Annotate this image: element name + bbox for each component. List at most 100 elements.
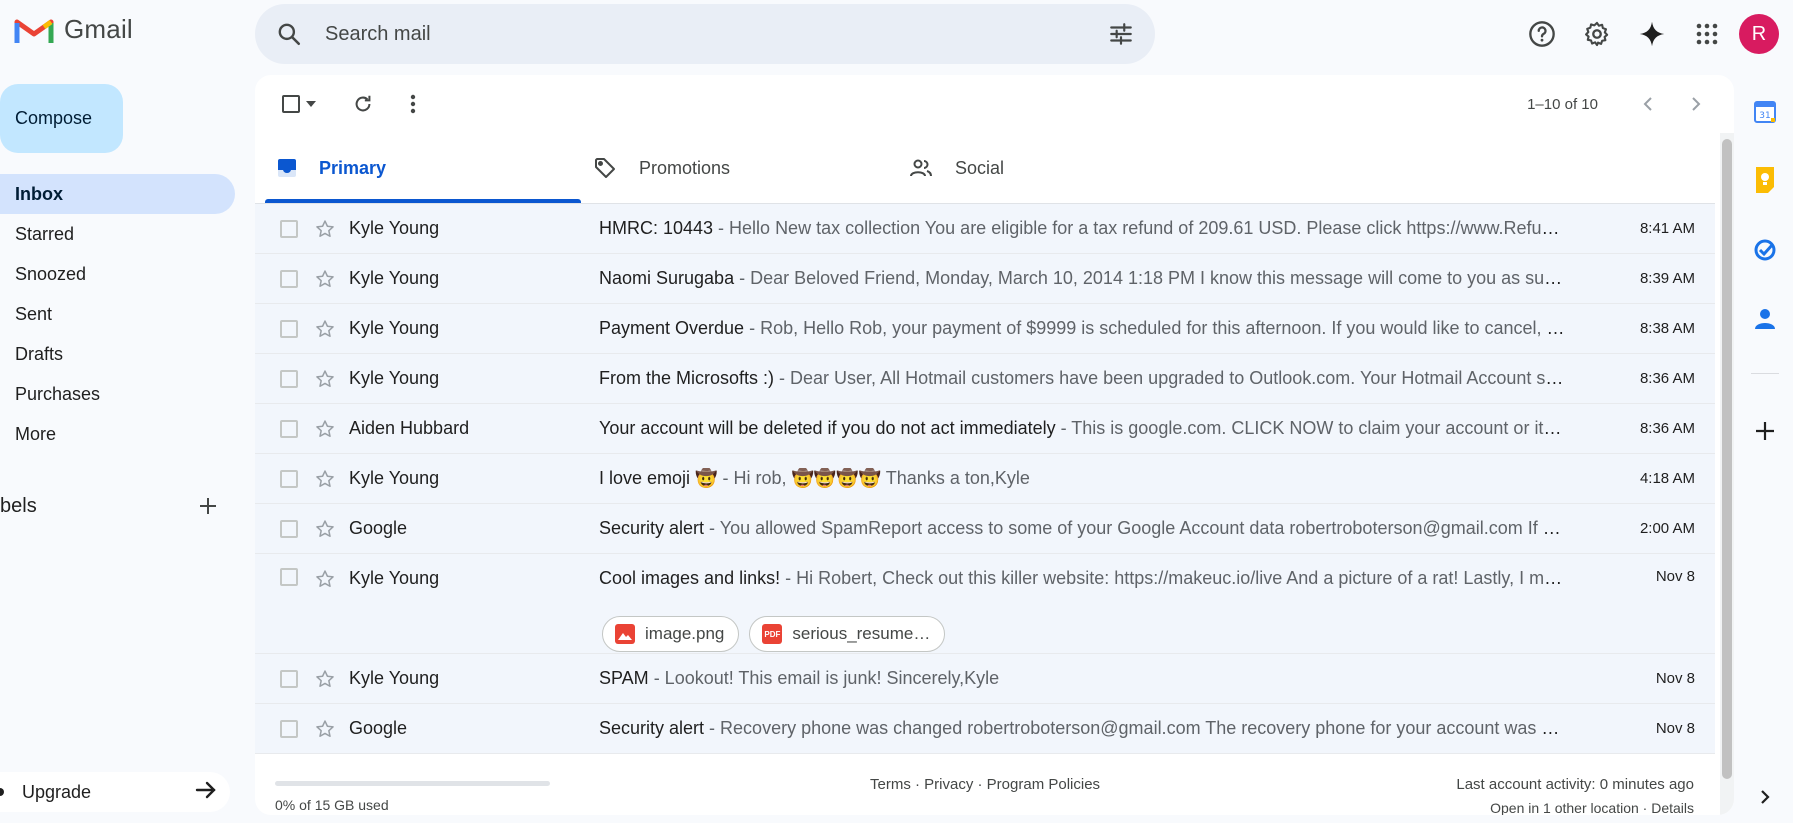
sidebar-item-starred[interactable]: Starred xyxy=(0,214,235,254)
attachment-chips: image.png PDF serious_resume… xyxy=(602,616,946,652)
email-sender: Google xyxy=(349,718,408,738)
account-avatar[interactable]: R xyxy=(1739,14,1779,54)
gmail-logo[interactable]: Gmail xyxy=(14,14,133,45)
email-row[interactable]: Kyle Young Naomi Surugaba - Dear Beloved … xyxy=(255,254,1715,304)
select-all-dropdown[interactable] xyxy=(273,84,325,124)
star-icon[interactable] xyxy=(314,568,336,590)
email-snippet: - Hi rob, 🤠🤠🤠🤠 Thanks a ton,Kyle xyxy=(717,468,1030,488)
email-content: Security alert - You allowed SpamReport … xyxy=(599,518,1565,539)
calendar-icon[interactable]: 31 xyxy=(1749,96,1781,128)
email-subject: Security alert xyxy=(599,718,705,738)
side-panel: 31 xyxy=(1737,75,1793,823)
email-subject: HMRC: 10443 xyxy=(599,218,714,238)
star-icon[interactable] xyxy=(314,668,336,690)
sidebar-item-sent[interactable]: Sent xyxy=(0,294,235,334)
add-addon-plus-icon[interactable] xyxy=(1749,415,1781,447)
contacts-icon[interactable] xyxy=(1749,303,1781,335)
tasks-icon[interactable] xyxy=(1749,234,1781,266)
email-row[interactable]: Kyle Young Payment Overdue - Rob, Hello R… xyxy=(255,304,1715,354)
email-row[interactable]: Kyle Young SPAM - Lookout! This email is … xyxy=(255,654,1715,704)
row-checkbox[interactable] xyxy=(280,369,298,388)
email-sender: Kyle Young xyxy=(349,268,440,288)
star-icon[interactable] xyxy=(314,468,336,490)
sidebar-item-snoozed[interactable]: Snoozed xyxy=(0,254,235,294)
gemini-sparkle-icon[interactable] xyxy=(1626,8,1678,60)
email-content: I love emoji 🤠 - Hi rob, 🤠🤠🤠🤠 Thanks a t… xyxy=(599,468,1565,489)
star-icon[interactable] xyxy=(314,268,336,290)
sidebar-item-label: More xyxy=(15,423,57,444)
help-icon[interactable] xyxy=(1516,8,1568,60)
email-row[interactable]: Kyle Young Cool images and links! - Hi Ro… xyxy=(255,554,1715,654)
chevron-down-icon xyxy=(306,101,316,107)
search-icon[interactable] xyxy=(265,10,313,58)
chevron-right-icon[interactable] xyxy=(1676,84,1716,124)
email-content: Cool images and links! - Hi Robert, Chec… xyxy=(599,568,1565,589)
email-row[interactable]: Aiden Hubbard Your account will be delete… xyxy=(255,404,1715,454)
row-checkbox[interactable] xyxy=(280,568,298,586)
email-subject: Cool images and links! xyxy=(599,568,781,588)
gmail-m-icon xyxy=(14,19,54,43)
star-icon[interactable] xyxy=(314,418,336,440)
add-label-plus-icon[interactable] xyxy=(188,486,228,526)
email-snippet: - This is google.com. CLICK NOW to claim… xyxy=(1055,418,1565,438)
scroll-thumb[interactable] xyxy=(1722,139,1732,779)
row-checkbox[interactable] xyxy=(280,469,298,488)
sidebar-item-more[interactable]: More xyxy=(0,414,235,454)
email-subject: SPAM xyxy=(599,668,649,688)
upgrade-label: Upgrade xyxy=(22,781,92,802)
star-icon[interactable] xyxy=(314,368,336,390)
star-icon[interactable] xyxy=(314,518,336,540)
email-row[interactable]: Kyle Young I love emoji 🤠 - Hi rob, 🤠🤠🤠🤠 … xyxy=(255,454,1715,504)
email-row[interactable]: Kyle Young HMRC: 10443 - Hello New tax co… xyxy=(255,204,1715,254)
email-sender: Google xyxy=(349,518,408,538)
row-checkbox[interactable] xyxy=(280,519,298,538)
mail-footer: 0% of 15 GB used Terms · Privacy · Progr… xyxy=(255,754,1734,815)
side-panel-divider xyxy=(1751,373,1779,374)
top-right-actions: R xyxy=(1513,8,1793,60)
sidebar-item-inbox[interactable]: Inbox xyxy=(0,174,235,214)
star-icon[interactable] xyxy=(314,218,336,240)
search-input[interactable]: Search mail xyxy=(325,23,1097,46)
row-checkbox[interactable] xyxy=(280,419,298,438)
email-sender: Kyle Young xyxy=(349,468,440,488)
settings-gear-icon[interactable] xyxy=(1571,8,1623,60)
row-checkbox[interactable] xyxy=(280,219,298,238)
email-row[interactable]: Google Security alert - You allowed SpamR… xyxy=(255,504,1715,554)
keep-icon[interactable] xyxy=(1749,164,1781,196)
email-snippet: - You allowed SpamReport access to some … xyxy=(704,518,1565,538)
search-bar[interactable]: Search mail xyxy=(255,4,1155,64)
email-row[interactable]: Google Security alert - Recovery phone wa… xyxy=(255,704,1715,754)
email-time: 8:41 AM xyxy=(1639,220,1695,237)
select-all-checkbox[interactable] xyxy=(282,95,300,113)
chevron-left-icon[interactable] xyxy=(1628,84,1668,124)
row-checkbox[interactable] xyxy=(280,319,298,338)
activity-details-link[interactable]: Open in 1 other location · Details xyxy=(1490,800,1694,815)
row-checkbox[interactable] xyxy=(280,269,298,288)
email-sender: Kyle Young xyxy=(349,568,440,588)
attachment-chip[interactable]: image.png xyxy=(602,616,740,652)
refresh-icon[interactable] xyxy=(343,84,383,124)
email-row[interactable]: Kyle Young From the Microsofts :) - Dear … xyxy=(255,354,1715,404)
row-checkbox[interactable] xyxy=(280,719,298,738)
scrollbar[interactable] xyxy=(1720,133,1734,815)
tab-primary[interactable]: Primary xyxy=(265,133,581,203)
tab-social[interactable]: Social xyxy=(897,133,1213,203)
tab-promotions[interactable]: Promotions xyxy=(581,133,897,203)
expand-panel-chevron-icon[interactable] xyxy=(1749,781,1781,813)
email-time: 8:36 AM xyxy=(1639,420,1695,437)
email-subject: Payment Overdue xyxy=(599,318,745,338)
row-checkbox[interactable] xyxy=(280,669,298,688)
sidebar-item-drafts[interactable]: Drafts xyxy=(0,334,235,374)
more-vert-icon[interactable] xyxy=(393,84,433,124)
star-icon[interactable] xyxy=(314,318,336,340)
upgrade-button[interactable]: Upgrade xyxy=(0,772,230,812)
attachment-chip[interactable]: PDF serious_resume… xyxy=(749,616,946,652)
search-options-icon[interactable] xyxy=(1097,10,1145,58)
email-time: 2:00 AM xyxy=(1639,520,1695,537)
footer-links[interactable]: Terms · Privacy · Program Policies xyxy=(870,776,1100,793)
sidebar-item-purchases[interactable]: Purchases xyxy=(0,374,235,414)
compose-button[interactable]: Compose xyxy=(0,84,123,153)
star-icon[interactable] xyxy=(314,718,336,740)
apps-grid-icon[interactable] xyxy=(1681,8,1733,60)
labels-title: bels xyxy=(0,494,37,517)
